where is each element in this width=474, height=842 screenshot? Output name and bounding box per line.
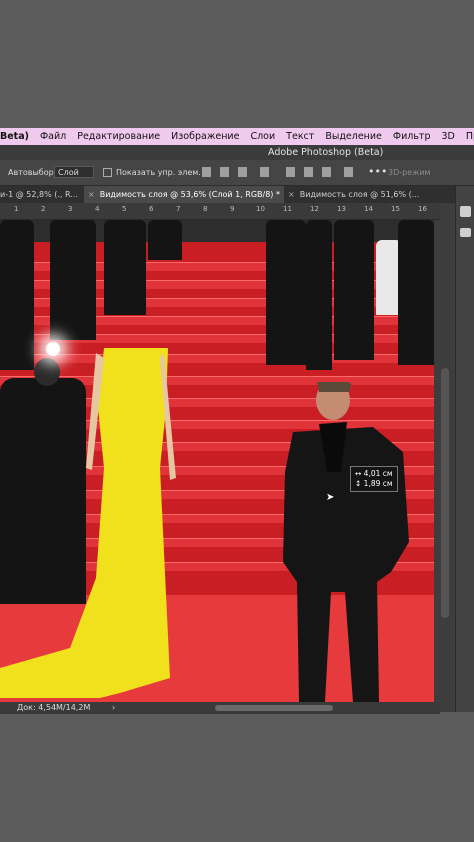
document-canvas[interactable]: ↔ 4,01 см ↕ 1,89 см ➤: [0, 220, 434, 702]
woman-in-yellow-gown: [0, 348, 176, 698]
ruler-number: 1: [14, 205, 19, 213]
window-title: Adobe Photoshop (Beta): [268, 147, 384, 158]
ruler-number: 2: [41, 205, 46, 213]
align-right-icon[interactable]: [238, 167, 247, 177]
ruler-number: 5: [122, 205, 127, 213]
vertical-scrollbar[interactable]: [441, 368, 449, 618]
align-center-icon[interactable]: [220, 167, 229, 177]
ruler-number: 15: [391, 205, 400, 213]
align-middle-icon[interactable]: [304, 167, 313, 177]
panel-icon[interactable]: [460, 206, 471, 217]
ruler-number: 9: [230, 205, 235, 213]
background-person: [306, 220, 332, 370]
ruler-number: 3: [68, 205, 73, 213]
autoselect-dropdown[interactable]: Слой: [54, 166, 94, 178]
measure-height: ↕ 1,89 см: [355, 479, 393, 488]
distribute-icon[interactable]: [260, 167, 269, 177]
background-person: [148, 220, 182, 260]
comment-icon[interactable]: [460, 228, 471, 237]
menu-select[interactable]: Выделение: [325, 131, 382, 142]
horizontal-ruler: 1 2 3 4 5 6 7 8 9 10 11 12 13 14 15 16: [0, 203, 440, 220]
status-bar: Док: 4,54M/14,2M ›: [0, 702, 440, 714]
show-controls-label: Показать упр. элем.: [116, 168, 201, 177]
align-left-icon[interactable]: [202, 167, 211, 177]
ruler-number: 16: [418, 205, 427, 213]
menu-app[interactable]: Beta): [0, 131, 29, 142]
ruler-number: 12: [310, 205, 319, 213]
man-in-black-suit: [283, 382, 409, 702]
title-bar: Adobe Photoshop (Beta): [0, 145, 474, 160]
show-controls-checkbox[interactable]: [103, 168, 112, 177]
align-bottom-icon[interactable]: [322, 167, 331, 177]
background-person: [50, 220, 96, 340]
menu-file[interactable]: Файл: [40, 131, 66, 142]
tab-document-2[interactable]: × Видимость слоя @ 53,6% (Слой 1, RGB/8) …: [84, 186, 284, 203]
tab-label: и-1 @ 52,8% (., R...: [0, 190, 78, 199]
tab-document-1[interactable]: и-1 @ 52,8% (., R...: [0, 186, 84, 203]
status-menu-icon[interactable]: ›: [112, 703, 115, 712]
tab-document-3[interactable]: × Видимость слоя @ 51,6% (...: [284, 186, 455, 203]
doc-size: Док: 4,54M/14,2M: [17, 703, 91, 712]
menu-layers[interactable]: Слои: [250, 131, 275, 142]
menu-bar: Beta) Файл Редактирование Изображение Сл…: [0, 128, 474, 145]
background-person: [334, 220, 374, 360]
photoshop-window: Beta) Файл Редактирование Изображение Сл…: [0, 128, 474, 714]
menu-text[interactable]: Текст: [286, 131, 314, 142]
align-top-icon[interactable]: [286, 167, 295, 177]
close-icon[interactable]: ×: [288, 190, 295, 199]
menu-edit[interactable]: Редактирование: [77, 131, 160, 142]
menu-image[interactable]: Изображение: [171, 131, 239, 142]
more-options-icon[interactable]: •••: [368, 165, 387, 178]
measure-width: ↔ 4,01 см: [355, 469, 393, 478]
document-tabs: и-1 @ 52,8% (., R... × Видимость слоя @ 5…: [0, 186, 474, 203]
ruler-number: 10: [256, 205, 265, 213]
measure-tooltip: ↔ 4,01 см ↕ 1,89 см: [350, 466, 398, 492]
right-panel-strip: [455, 186, 474, 712]
distribute-vertical-icon[interactable]: [344, 167, 353, 177]
background-person: [266, 220, 306, 365]
tab-label: Видимость слоя @ 53,6% (Слой 1, RGB/8) *: [99, 190, 280, 199]
move-cursor-icon: ➤: [326, 492, 335, 503]
background-person: [104, 220, 146, 315]
menu-more[interactable]: Пр: [466, 131, 474, 142]
menu-3d[interactable]: 3D: [442, 131, 455, 142]
3d-mode-label: 3D-режим: [388, 168, 431, 177]
ruler-number: 6: [149, 205, 154, 213]
ruler-number: 8: [203, 205, 208, 213]
autoselect-label: Автовыбор:: [8, 168, 57, 177]
close-icon[interactable]: ×: [88, 190, 95, 199]
options-bar: Автовыбор: Слой Показать упр. элем. ••• …: [0, 160, 474, 186]
horizontal-scrollbar[interactable]: [215, 705, 333, 711]
menu-filter[interactable]: Фильтр: [393, 131, 431, 142]
background-person: [398, 220, 434, 365]
ruler-number: 7: [176, 205, 181, 213]
ruler-number: 13: [337, 205, 346, 213]
ruler-number: 14: [364, 205, 373, 213]
ruler-number: 11: [283, 205, 292, 213]
ruler-number: 4: [95, 205, 100, 213]
tab-label: Видимость слоя @ 51,6% (...: [299, 190, 420, 199]
